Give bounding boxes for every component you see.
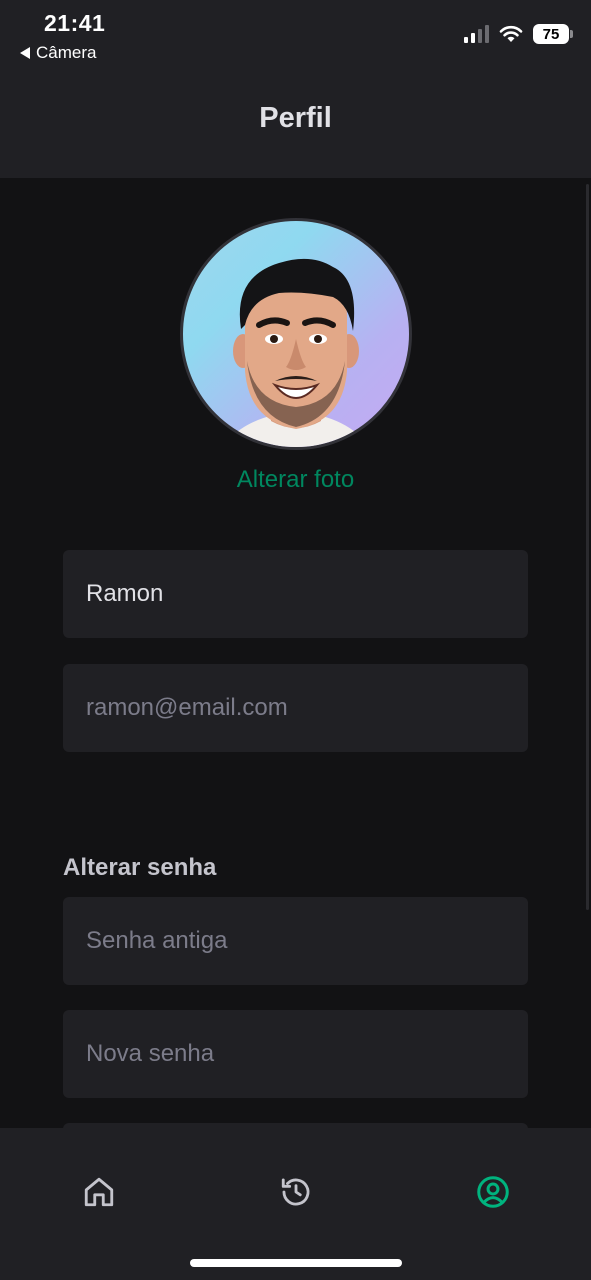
avatar[interactable] (180, 218, 412, 450)
back-arrow-icon (20, 47, 30, 59)
home-icon (84, 1177, 114, 1207)
history-icon (281, 1178, 310, 1206)
wifi-icon (499, 25, 523, 42)
change-password-heading: Alterar senha (63, 854, 217, 881)
tab-profile[interactable] (471, 1170, 515, 1214)
header-bar: 21:41 Câmera 75 Perfil (0, 0, 591, 178)
email-input[interactable]: ramon@email.com (63, 664, 528, 752)
page-title: Perfil (259, 102, 332, 134)
user-circle-icon (477, 1176, 509, 1208)
scrollbar[interactable] (586, 184, 589, 910)
avatar-portrait-image (223, 258, 369, 447)
back-to-camera-link[interactable]: Câmera (20, 43, 96, 63)
status-time: 21:41 (44, 10, 106, 36)
back-label: Câmera (36, 43, 97, 62)
home-indicator (190, 1259, 402, 1267)
tab-history[interactable] (274, 1170, 318, 1214)
name-input[interactable]: Ramon (63, 550, 528, 638)
cellular-signal-icon (464, 25, 489, 43)
old-password-input[interactable]: Senha antiga (63, 897, 528, 985)
new-password-input[interactable]: Nova senha (63, 1010, 528, 1098)
status-icons: 75 (464, 24, 573, 44)
battery-indicator: 75 (533, 24, 573, 44)
change-photo-button[interactable]: Alterar foto (0, 466, 591, 494)
battery-level: 75 (542, 25, 560, 43)
tab-home[interactable] (77, 1170, 121, 1214)
